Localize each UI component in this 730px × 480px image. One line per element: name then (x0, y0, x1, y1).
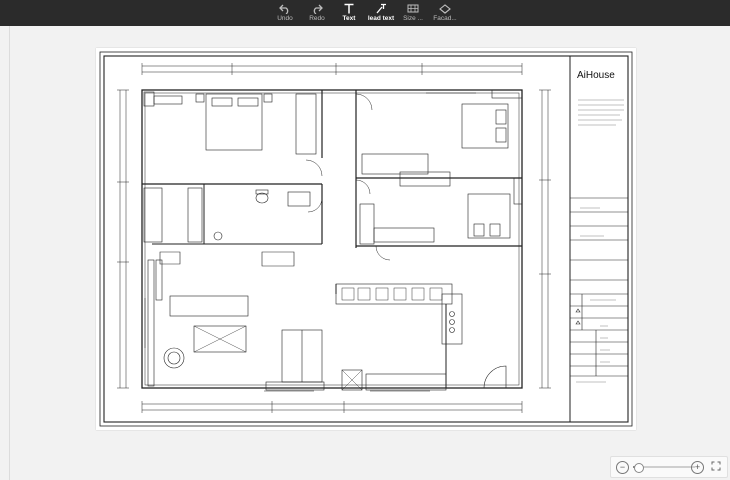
brand-name: AiHouse (577, 70, 615, 81)
size-icon (407, 4, 419, 13)
size-label: Size ... (403, 15, 423, 22)
lead-text-label: lead text (367, 15, 395, 22)
drawing-sheet[interactable]: AiHouse (96, 48, 636, 430)
text-label: Text (342, 15, 356, 22)
text-button[interactable]: Text (333, 0, 365, 26)
undo-button[interactable]: Undo (269, 0, 301, 26)
lead-text-icon (376, 3, 386, 14)
top-toolbar: Undo Redo Text lead text Size ... Facad.… (0, 0, 730, 26)
text-icon (344, 3, 354, 14)
redo-icon (313, 4, 323, 14)
size-button[interactable]: Size ... (397, 0, 429, 26)
lead-text-button[interactable]: lead text (365, 0, 397, 26)
fit-screen-icon[interactable] (711, 461, 721, 471)
undo-label: Undo (277, 15, 293, 22)
zoom-in-button[interactable]: + (691, 461, 704, 474)
redo-label: Redo (309, 15, 325, 22)
zoom-out-button[interactable]: − (616, 461, 629, 474)
floor-plan-drawing (99, 51, 633, 427)
facade-button[interactable]: Facad... (429, 0, 461, 26)
redo-button[interactable]: Redo (301, 0, 333, 26)
zoom-control: − + (610, 456, 728, 478)
left-panel-edge (9, 26, 10, 480)
facade-label: Facad... (433, 15, 457, 22)
undo-icon (279, 4, 289, 14)
zoom-slider[interactable] (633, 463, 695, 473)
facade-icon (439, 4, 451, 14)
zoom-slider-thumb[interactable] (633, 463, 644, 473)
